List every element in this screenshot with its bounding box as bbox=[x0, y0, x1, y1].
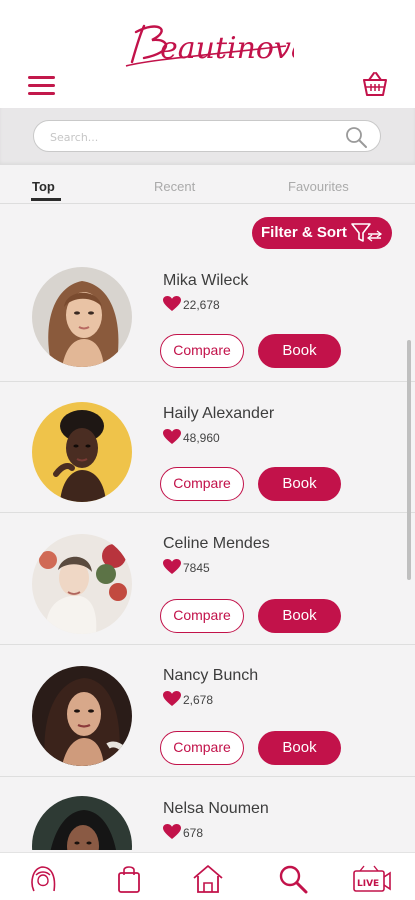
avatar[interactable] bbox=[32, 796, 132, 850]
filter-sort-icon bbox=[351, 223, 383, 242]
compare-button[interactable]: Compare bbox=[160, 334, 244, 368]
bottom-navigation: LIVE bbox=[0, 852, 415, 900]
stylist-name: Nancy Bunch bbox=[163, 667, 259, 684]
search-icon[interactable] bbox=[276, 863, 310, 895]
shopping-basket-icon[interactable] bbox=[360, 70, 390, 98]
compare-button[interactable]: Compare bbox=[160, 599, 244, 633]
beauty-face-icon[interactable] bbox=[26, 863, 60, 895]
tab-bar: Top Recent Favourites bbox=[0, 170, 415, 204]
stylist-name: Mika Wileck bbox=[163, 272, 249, 289]
search-bar-container bbox=[0, 108, 415, 165]
active-tab-indicator bbox=[31, 198, 61, 201]
filter-sort-button[interactable]: Filter & Sort bbox=[252, 217, 392, 249]
likes-value: 2,678 bbox=[183, 693, 214, 707]
list-scrollbar[interactable] bbox=[407, 340, 411, 580]
stylist-name: Nelsa Noumen bbox=[163, 800, 269, 817]
avatar[interactable] bbox=[32, 666, 132, 766]
live-label: LIVE bbox=[357, 879, 379, 889]
list-item: Nelsa Noumen 678 bbox=[0, 778, 415, 850]
live-video-icon[interactable]: LIVE bbox=[352, 863, 392, 895]
tab-favourites[interactable]: Favourites bbox=[288, 179, 349, 194]
likes-value: 7845 bbox=[183, 561, 210, 575]
list-item: Haily Alexander 48,960 Compare Book bbox=[0, 381, 415, 513]
list-item: Celine Mendes 7845 Compare Book bbox=[0, 513, 415, 645]
home-icon[interactable] bbox=[191, 863, 225, 895]
avatar[interactable] bbox=[32, 402, 132, 502]
heart-icon bbox=[163, 824, 181, 839]
hamburger-menu-icon[interactable] bbox=[28, 76, 58, 96]
stylist-name: Haily Alexander bbox=[163, 405, 275, 422]
compare-button[interactable]: Compare bbox=[160, 731, 244, 765]
brand-logo: eautinova bbox=[118, 12, 309, 78]
avatar[interactable] bbox=[32, 534, 132, 634]
likes-value: 48,960 bbox=[183, 431, 220, 445]
heart-icon bbox=[163, 429, 181, 444]
list-item: Nancy Bunch 2,678 Compare Book bbox=[0, 645, 415, 777]
filter-sort-label: Filter & Sort bbox=[261, 224, 347, 241]
list-item: Mika Wileck 22,678 Compare Book bbox=[0, 250, 415, 382]
tab-recent[interactable]: Recent bbox=[154, 179, 195, 194]
search-icon[interactable] bbox=[344, 125, 368, 149]
svg-text:eautinova: eautinova bbox=[160, 31, 294, 66]
tab-top[interactable]: Top bbox=[32, 179, 55, 194]
stylist-name: Celine Mendes bbox=[163, 535, 270, 552]
app-header: eautinova bbox=[0, 0, 415, 108]
likes-value: 678 bbox=[183, 826, 204, 840]
compare-button[interactable]: Compare bbox=[160, 467, 244, 501]
heart-icon bbox=[163, 296, 181, 311]
likes-value: 22,678 bbox=[183, 298, 220, 312]
heart-icon bbox=[163, 691, 181, 706]
avatar[interactable] bbox=[32, 267, 132, 367]
heart-icon bbox=[163, 559, 181, 574]
book-button[interactable]: Book bbox=[258, 467, 341, 501]
search-box[interactable] bbox=[33, 120, 381, 152]
book-button[interactable]: Book bbox=[258, 599, 341, 633]
book-button[interactable]: Book bbox=[258, 731, 341, 765]
search-input[interactable] bbox=[50, 127, 330, 147]
stylist-list: Mika Wileck 22,678 Compare Book Haily Al… bbox=[0, 250, 415, 850]
shopping-bag-icon[interactable] bbox=[112, 863, 146, 895]
book-button[interactable]: Book bbox=[258, 334, 341, 368]
